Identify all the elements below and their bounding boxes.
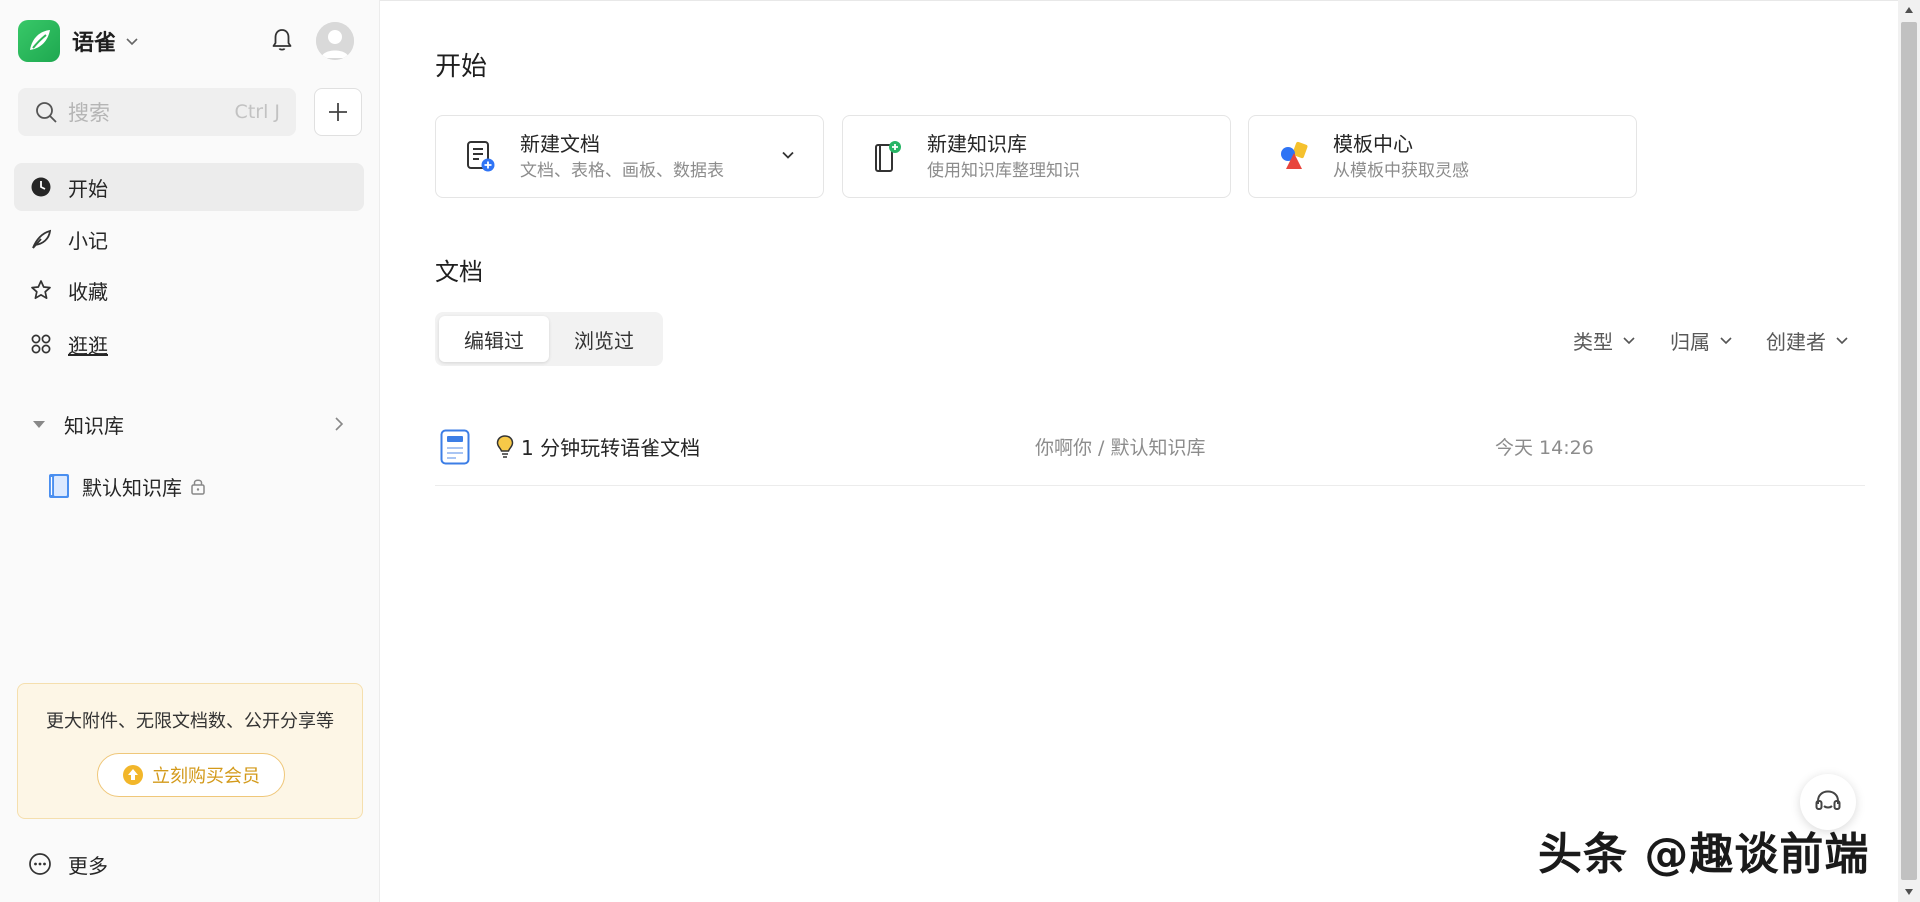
search-input[interactable]: 搜索 Ctrl J bbox=[18, 88, 296, 136]
buy-membership-button[interactable]: 立刻购买会员 bbox=[97, 753, 285, 797]
chevron-down-icon bbox=[124, 33, 140, 49]
new-doc-icon bbox=[462, 138, 500, 176]
table-row[interactable]: 1 分钟玩转语雀文档 你啊你 / 默认知识库 今天 14:26 bbox=[435, 408, 1865, 486]
lock-icon bbox=[190, 477, 206, 495]
watermark: 头条 @趣谈前端 bbox=[1538, 829, 1870, 880]
doc-time: 今天 14:26 bbox=[1495, 437, 1594, 459]
brand-name: 语雀 bbox=[72, 31, 117, 56]
sidebar-item-notes[interactable]: 小记 bbox=[14, 215, 364, 263]
template-center-title: 模板中心 bbox=[1333, 131, 1413, 156]
promo-text: 更大附件、无限文档数、公开分享等 bbox=[46, 711, 334, 732]
chevron-down-icon bbox=[1718, 332, 1734, 348]
new-doc-subtitle: 文档、表格、画板、数据表 bbox=[520, 160, 724, 181]
template-center-subtitle: 从模板中获取灵感 bbox=[1333, 160, 1469, 181]
bell-icon[interactable] bbox=[266, 24, 298, 56]
search-icon bbox=[34, 100, 58, 124]
scroll-thumb[interactable] bbox=[1901, 22, 1917, 880]
upgrade-icon bbox=[122, 764, 144, 786]
book-icon bbox=[48, 473, 70, 499]
caret-down-icon[interactable] bbox=[30, 415, 48, 433]
templates-icon bbox=[1275, 138, 1313, 176]
brand-switcher[interactable]: 语雀 bbox=[18, 20, 140, 62]
sidebar-item-explore[interactable]: 逛逛 bbox=[14, 320, 364, 368]
star-icon bbox=[30, 279, 52, 301]
filter-label: 创建者 bbox=[1766, 329, 1826, 354]
search-shortcut: Ctrl J bbox=[234, 101, 280, 123]
new-knowledge-base-card[interactable]: 新建知识库 使用知识库整理知识 bbox=[842, 115, 1231, 198]
document-icon bbox=[439, 427, 471, 467]
add-button[interactable] bbox=[314, 88, 362, 136]
sidebar-item-label: 小记 bbox=[68, 228, 108, 253]
sidebar-item-favorites[interactable]: 收藏 bbox=[14, 266, 364, 314]
more-icon bbox=[28, 852, 52, 876]
feather-icon bbox=[30, 228, 52, 250]
docs-section-title: 文档 bbox=[435, 258, 483, 286]
membership-promo: 更大附件、无限文档数、公开分享等 立刻购买会员 bbox=[17, 683, 363, 819]
more-label: 更多 bbox=[68, 853, 108, 878]
lightbulb-icon bbox=[495, 434, 515, 460]
scroll-up-icon[interactable] bbox=[1898, 0, 1920, 20]
doc-title: 1 分钟玩转语雀文档 bbox=[521, 436, 701, 460]
tab-edited[interactable]: 编辑过 bbox=[439, 316, 549, 362]
sidebar-item-default-kb[interactable]: 默认知识库 bbox=[48, 462, 206, 510]
plus-icon bbox=[329, 103, 347, 121]
scroll-down-icon[interactable] bbox=[1898, 882, 1920, 902]
sidebar-item-label: 逛逛 bbox=[68, 333, 108, 358]
avatar[interactable] bbox=[316, 22, 354, 60]
sidebar: 语雀 搜索 Ctrl J 开始 小记 收藏 逛逛 知识库 默认知识库 更大附件、… bbox=[0, 0, 380, 902]
new-book-icon bbox=[869, 138, 907, 176]
more-button[interactable]: 更多 bbox=[28, 846, 108, 882]
docs-tabs: 编辑过 浏览过 bbox=[435, 312, 663, 366]
kb-item-label: 默认知识库 bbox=[82, 475, 182, 500]
tab-viewed[interactable]: 浏览过 bbox=[549, 316, 659, 362]
sidebar-item-label: 收藏 bbox=[68, 279, 108, 304]
new-kb-title: 新建知识库 bbox=[927, 131, 1027, 156]
template-center-card[interactable]: 模板中心 从模板中获取灵感 bbox=[1248, 115, 1637, 198]
headset-icon bbox=[1815, 790, 1841, 810]
filter-label: 类型 bbox=[1573, 329, 1613, 354]
knowledge-base-section[interactable]: 知识库 bbox=[14, 400, 364, 448]
new-kb-subtitle: 使用知识库整理知识 bbox=[927, 160, 1080, 181]
filter-label: 归属 bbox=[1670, 329, 1710, 354]
doc-path[interactable]: 你啊你 / 默认知识库 bbox=[1035, 433, 1495, 460]
filter-type[interactable]: 类型 bbox=[1573, 324, 1637, 356]
chevron-down-icon bbox=[1834, 332, 1850, 348]
filter-owner[interactable]: 归属 bbox=[1670, 324, 1734, 356]
new-doc-title: 新建文档 bbox=[520, 131, 600, 156]
new-doc-card[interactable]: 新建文档 文档、表格、画板、数据表 bbox=[435, 115, 824, 198]
sidebar-item-start[interactable]: 开始 bbox=[14, 163, 364, 211]
top-divider bbox=[380, 0, 1898, 1]
grid-icon bbox=[30, 333, 52, 355]
doc-title-cell[interactable]: 1 分钟玩转语雀文档 bbox=[495, 432, 1035, 461]
page-title: 开始 bbox=[435, 52, 488, 82]
promo-button-label: 立刻购买会员 bbox=[152, 766, 260, 787]
search-placeholder: 搜索 bbox=[68, 101, 110, 125]
chevron-down-icon[interactable] bbox=[779, 146, 797, 168]
chevron-down-icon bbox=[1621, 332, 1637, 348]
scrollbar[interactable] bbox=[1898, 0, 1920, 902]
chevron-right-icon[interactable] bbox=[332, 415, 346, 433]
sidebar-item-label: 开始 bbox=[68, 176, 108, 201]
filter-creator[interactable]: 创建者 bbox=[1766, 324, 1850, 356]
clock-icon bbox=[30, 176, 52, 198]
yuque-logo-icon bbox=[18, 20, 60, 62]
knowledge-base-label: 知识库 bbox=[64, 413, 124, 438]
